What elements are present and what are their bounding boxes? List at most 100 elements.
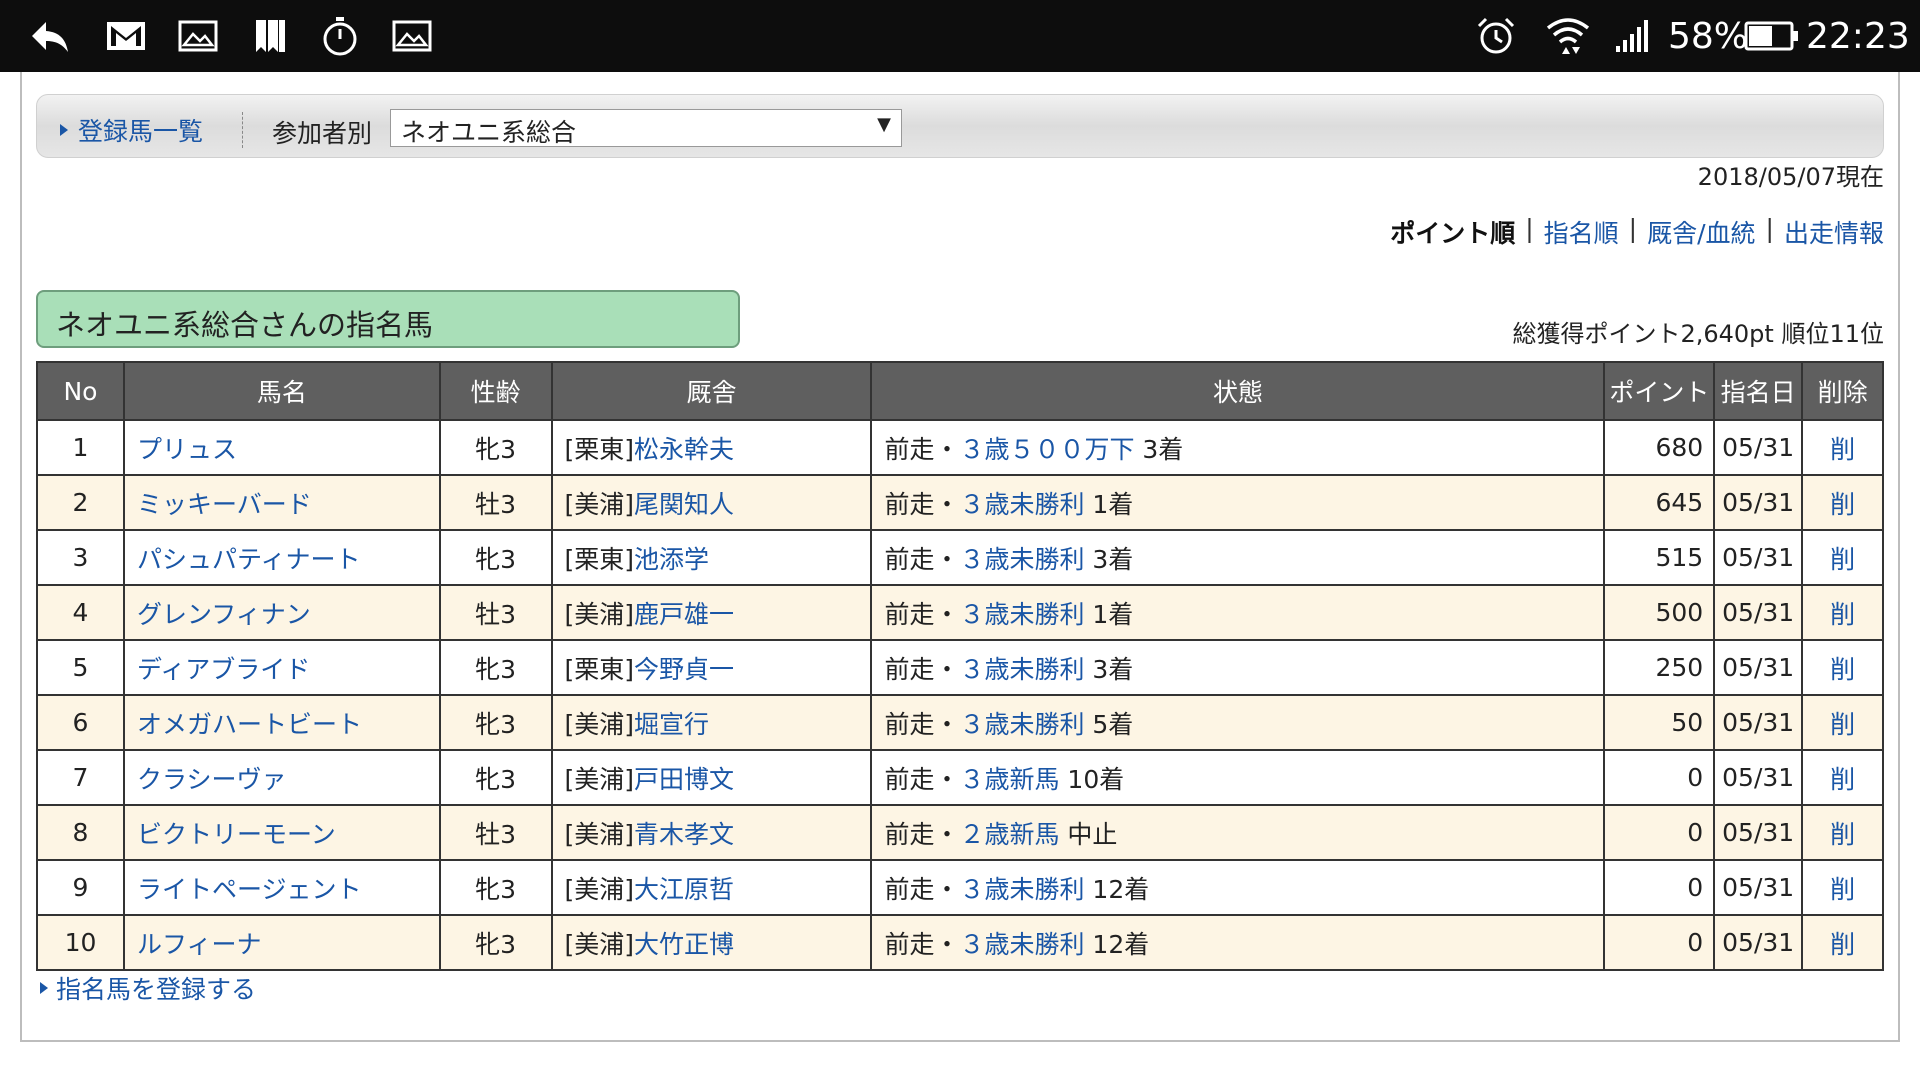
status-prefix: 前走・ [884, 819, 960, 849]
cell-horse-name: クラシーヴァ [122, 749, 441, 806]
wifi-icon [1546, 18, 1590, 54]
cell-horse-name: ライトページェント [122, 859, 441, 916]
cell-delete: 削 [1801, 804, 1884, 861]
race-entry-info-link[interactable]: 出走情報 [1784, 214, 1884, 250]
trainer-link[interactable]: 大竹正博 [634, 930, 734, 959]
trainer-link[interactable]: 大江原哲 [634, 875, 734, 904]
horse-name-link[interactable]: ミッキーバード [137, 490, 312, 519]
alarm-icon [1477, 17, 1515, 54]
horse-name-link[interactable]: オメガハートビート [137, 710, 362, 739]
cell-delete: 削 [1801, 474, 1884, 531]
race-link[interactable]: ３歳未勝利 [959, 490, 1084, 519]
sort-by-stable-pedigree[interactable]: 厩舎/血統 [1647, 214, 1755, 250]
delete-link[interactable]: 削 [1830, 435, 1855, 464]
cell-points: 515 [1603, 529, 1716, 586]
delete-link[interactable]: 削 [1830, 545, 1855, 574]
cell-no: 10 [36, 914, 125, 971]
cell-status: 前走・３歳未勝利 5着 [870, 694, 1606, 751]
horse-name-link[interactable]: グレンフィナン [137, 600, 311, 629]
trainer-link[interactable]: 戸田博文 [634, 765, 734, 794]
col-header-horse-name: 馬名 [122, 361, 441, 421]
cell-pick-date: 05/31 [1713, 859, 1804, 916]
participant-select[interactable]: ネオユニ系総合 ▼ [390, 109, 902, 147]
table-row: 6 オメガハートビート 牝3 [美浦]堀宣行 前走・３歳未勝利 5着 50 05/31 削 [36, 694, 1884, 751]
cell-sex-age: 牝3 [438, 639, 553, 696]
status-prefix: 前走・ [884, 544, 960, 574]
trainer-link[interactable]: 鹿戸雄一 [634, 600, 734, 629]
table-row: 5 ディアブライド 牝3 [栗東]今野貞一 前走・３歳未勝利 3着 250 05/31 削 [36, 639, 1884, 696]
table-row: 4 グレンフィナン 牡3 [美浦]鹿戸雄一 前走・３歳未勝利 1着 500 05/31 削 [36, 584, 1884, 641]
delete-link[interactable]: 削 [1830, 875, 1855, 904]
cell-horse-name: ビクトリーモーン [122, 804, 441, 861]
race-link[interactable]: ３歳未勝利 [959, 600, 1084, 629]
trainer-link[interactable]: 今野貞一 [634, 655, 734, 684]
delete-link[interactable]: 削 [1830, 710, 1855, 739]
image-icon [392, 20, 432, 52]
race-link[interactable]: ３歳未勝利 [959, 875, 1084, 904]
trainer-link[interactable]: 青木孝文 [634, 820, 734, 849]
race-link[interactable]: ２歳新馬 [959, 820, 1059, 849]
trainer-link[interactable]: 池添学 [634, 545, 709, 574]
cell-points: 500 [1603, 584, 1716, 641]
stable-region: [美浦] [564, 929, 635, 959]
trainer-link[interactable]: 尾関知人 [634, 490, 734, 519]
cell-horse-name: グレンフィナン [122, 584, 441, 641]
total-points-rank: 総獲得ポイント2,640pt 順位11位 [1512, 320, 1884, 348]
delete-link[interactable]: 削 [1830, 655, 1855, 684]
cell-no: 8 [36, 804, 125, 861]
cell-stable: [美浦]戸田博文 [550, 749, 873, 806]
stable-region: [美浦] [564, 874, 635, 904]
toolbar-divider [242, 112, 244, 148]
android-status-bar: 58% 22:23 [0, 0, 1920, 72]
horse-name-link[interactable]: プリュス [137, 435, 237, 464]
horse-name-link[interactable]: ビクトリーモーン [137, 820, 336, 849]
battery-percent: 58% [1668, 15, 1749, 57]
race-link[interactable]: ３歳未勝利 [959, 930, 1084, 959]
register-horse-link[interactable]: 指名馬を登録する [40, 970, 256, 1006]
race-link[interactable]: ３歳新馬 [959, 765, 1059, 794]
sort-by-pick-order[interactable]: 指名順 [1544, 214, 1619, 250]
delete-link[interactable]: 削 [1830, 490, 1855, 519]
race-link[interactable]: ３歳未勝利 [959, 655, 1084, 684]
stable-region: [栗東] [564, 654, 635, 684]
race-link[interactable]: ３歳５００万下 [959, 435, 1134, 464]
triangle-right-icon [40, 982, 48, 994]
trainer-link[interactable]: 松永幹夫 [634, 435, 734, 464]
back-arrow-icon[interactable] [28, 14, 72, 58]
cell-pick-date: 05/31 [1713, 529, 1804, 586]
cell-points: 0 [1603, 804, 1716, 861]
delete-link[interactable]: 削 [1830, 930, 1855, 959]
table-row: 2 ミッキーバード 牡3 [美浦]尾関知人 前走・３歳未勝利 1着 645 05/31 削 [36, 474, 1884, 531]
horse-name-link[interactable]: パシュパティナート [137, 545, 361, 574]
status-prefix: 前走・ [884, 874, 960, 904]
cell-pick-date: 05/31 [1713, 694, 1804, 751]
registered-horses-link[interactable]: 登録馬一覧 [60, 112, 203, 148]
horse-name-link[interactable]: ルフィーナ [137, 930, 262, 959]
cell-sex-age: 牡3 [438, 584, 553, 641]
col-header-status: 状態 [870, 361, 1606, 421]
cell-stable: [栗東]今野貞一 [550, 639, 873, 696]
delete-link[interactable]: 削 [1830, 765, 1855, 794]
cell-sex-age: 牝3 [438, 914, 553, 971]
stable-region: [美浦] [564, 489, 635, 519]
col-header-points: ポイント [1603, 361, 1716, 421]
race-link[interactable]: ３歳未勝利 [959, 710, 1084, 739]
clock-time: 22:23 [1806, 15, 1910, 57]
race-link[interactable]: ３歳未勝利 [959, 545, 1084, 574]
trainer-link[interactable]: 堀宣行 [634, 710, 709, 739]
horse-name-link[interactable]: ディアブライド [137, 655, 310, 684]
horse-name-link[interactable]: クラシーヴァ [137, 765, 287, 794]
delete-link[interactable]: 削 [1830, 820, 1855, 849]
table-row: 8 ビクトリーモーン 牡3 [美浦]青木孝文 前走・２歳新馬 中止 0 05/31 削 [36, 804, 1884, 861]
participant-label: 参加者別 [272, 119, 373, 148]
horse-name-link[interactable]: ライトページェント [137, 875, 362, 904]
table-row: 7 クラシーヴァ 牝3 [美浦]戸田博文 前走・３歳新馬 10着 0 05/31 削 [36, 749, 1884, 806]
table-header-row: No 馬名 性齢 厩舎 状態 ポイント 指名日 削除 [36, 361, 1884, 421]
cell-pick-date: 05/31 [1713, 474, 1804, 531]
cell-horse-name: ミッキーバード [122, 474, 441, 531]
status-prefix: 前走・ [884, 654, 960, 684]
delete-link[interactable]: 削 [1830, 600, 1855, 629]
cell-stable: [栗東]池添学 [550, 529, 873, 586]
cell-horse-name: オメガハートビート [122, 694, 441, 751]
gmail-icon [107, 22, 145, 50]
